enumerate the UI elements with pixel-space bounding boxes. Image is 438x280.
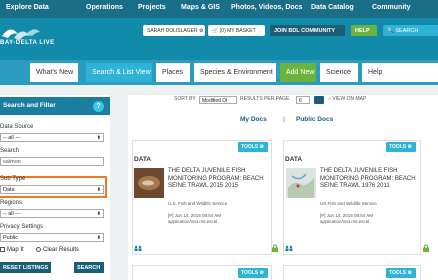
search-label: Search xyxy=(0,148,20,154)
card-org: U.S. Fish and Wildlife Service xyxy=(168,201,228,206)
tab-whats-new[interactable]: What's New xyxy=(30,63,78,82)
basket-label: (0) MY BASKET xyxy=(219,28,256,34)
privacy-label: Privacy Settings xyxy=(0,224,44,230)
clear-results-radio[interactable]: Clear Results xyxy=(36,247,79,253)
user-menu[interactable]: SARAH DOLISLAGER ⚙ xyxy=(143,25,205,36)
card-type: DATA xyxy=(134,156,152,163)
go-button[interactable] xyxy=(314,96,324,104)
my-docs-tab[interactable]: My Docs xyxy=(240,116,267,123)
data-source-value: -- all --- xyxy=(3,135,21,141)
tab-science[interactable]: Science xyxy=(320,63,358,82)
privacy-value: Public xyxy=(3,235,18,241)
tab-search-list-view[interactable]: Search & List View xyxy=(86,63,152,82)
public-docs-tab[interactable]: Public Docs xyxy=(296,116,333,123)
gear-icon: ⚙ xyxy=(259,144,265,150)
card-org: US Fish and Wildlife Service xyxy=(320,201,377,206)
top-nav: Explore Data Operations Projects Maps & … xyxy=(0,0,438,18)
bdl-logo[interactable] xyxy=(0,22,60,52)
gear-icon: ⚙ xyxy=(259,270,265,276)
regions-select[interactable]: -- all --- ⬍ xyxy=(0,209,104,218)
user-name: SARAH DOLISLAGER xyxy=(147,28,198,34)
nav-item-projects[interactable]: Projects xyxy=(138,4,166,11)
doc-tabs-separator: | xyxy=(283,116,285,123)
nav-item-photos-videos-docs[interactable]: Photos, Videos, Docs xyxy=(231,4,302,11)
card-map-thumbnail xyxy=(286,168,316,198)
sort-value: Modified Dt xyxy=(202,98,228,104)
nav-item-explore-data[interactable]: Explore Data xyxy=(6,4,49,11)
nav-item-maps-gis[interactable]: Maps & GIS xyxy=(181,4,220,11)
clear-results-label: Clear Results xyxy=(43,247,80,254)
results-per-page-value: 6 xyxy=(299,98,302,104)
header-search-label: SEARCH xyxy=(395,28,419,34)
privacy-select[interactable]: Public ⬍ xyxy=(0,233,104,242)
gear-icon: ⚙ xyxy=(407,144,413,150)
radio-icon: ○ xyxy=(328,96,332,102)
data-source-select[interactable]: -- all --- ⬍ xyxy=(0,133,104,142)
tools-button[interactable]: TOOLS ⚙ xyxy=(386,268,416,278)
card-format: application/vnd.ms-excel xyxy=(320,219,370,224)
reset-listings-button[interactable]: RESET LISTINGS xyxy=(0,262,51,273)
lock-icon xyxy=(272,244,278,252)
tools-label: TOOLS xyxy=(389,270,407,276)
help-icon[interactable]: ? xyxy=(93,101,104,112)
regions-label: Regions xyxy=(0,200,23,206)
nav-item-community[interactable]: Community xyxy=(372,4,411,11)
regions-value: -- all --- xyxy=(3,211,21,217)
card-format: application/vnd.ms-excel xyxy=(168,219,218,224)
search-input-value: salmon xyxy=(3,159,21,165)
basket-button[interactable]: 🛒 (0) MY BASKET xyxy=(208,25,265,36)
tools-label: TOOLS xyxy=(389,144,407,150)
results-per-page-select[interactable]: 6 xyxy=(296,96,310,104)
dropdown-arrow-icon: ⬍ xyxy=(96,235,101,241)
map-it-checkbox[interactable]: Map It xyxy=(0,247,24,253)
gear-icon: ⚙ xyxy=(198,28,204,34)
sort-select[interactable]: Modified Dt xyxy=(199,96,237,104)
nav-item-data-catalog[interactable]: Data Catalog xyxy=(311,4,354,11)
checkbox-icon xyxy=(0,247,5,252)
gear-icon: ⚙ xyxy=(407,270,413,276)
nav-item-operations[interactable]: Operations xyxy=(86,4,123,11)
tools-button[interactable]: TOOLS ⚙ xyxy=(238,268,268,278)
basket-icon: 🛒 xyxy=(212,28,219,34)
tab-species-environment[interactable]: Species & Environment xyxy=(194,63,276,82)
dropdown-arrow-icon: ⬍ xyxy=(96,187,101,193)
search-input[interactable]: salmon xyxy=(0,157,104,166)
card-title[interactable]: THE DELTA JUVENILE FISH MONITORING PROGR… xyxy=(320,168,420,191)
search-icon: 🔍 xyxy=(387,28,394,34)
lock-icon xyxy=(423,244,429,252)
subtype-select[interactable]: Data ⬍ xyxy=(0,185,104,194)
view-on-map-label: VIEW ON MAP xyxy=(332,96,367,102)
tools-button[interactable]: TOOLS ⚙ xyxy=(238,142,268,152)
sort-by-label: SORT BY xyxy=(174,96,196,102)
tools-label: TOOLS xyxy=(241,144,259,150)
card-thumbnail xyxy=(134,168,164,198)
data-source-label: Data Source xyxy=(0,124,34,130)
header-search[interactable]: 🔍 SEARCH xyxy=(383,25,438,36)
tab-help[interactable]: Help xyxy=(362,63,438,82)
subtype-label: Sub Type xyxy=(0,176,26,182)
card-type: DATA xyxy=(285,156,303,163)
group-icon xyxy=(134,245,142,251)
results-per-page-label: RESULTS PER PAGE xyxy=(240,96,290,102)
logo-text: BAY-DELTA LIVE xyxy=(0,40,55,46)
dropdown-arrow-icon: ⬍ xyxy=(96,135,101,141)
tools-label: TOOLS xyxy=(241,270,259,276)
radio-icon xyxy=(36,247,41,252)
group-icon xyxy=(285,245,293,251)
map-it-label: Map It xyxy=(7,247,24,254)
tab-add-new[interactable]: Add New xyxy=(280,63,316,82)
dropdown-arrow-icon: ⬍ xyxy=(96,211,101,217)
search-button[interactable]: SEARCH xyxy=(74,262,104,273)
view-on-map-toggle[interactable]: ○ VIEW ON MAP xyxy=(328,96,366,102)
tools-button[interactable]: TOOLS ⚙ xyxy=(386,142,416,152)
join-community-button[interactable]: JOIN BDL COMMUNITY xyxy=(270,25,345,36)
tab-places[interactable]: Places xyxy=(156,63,190,82)
help-button[interactable]: HELP xyxy=(351,25,377,36)
card-title[interactable]: THE DELTA JUVENILE FISH MONITORING PROGR… xyxy=(168,168,268,191)
subtype-value: Data xyxy=(3,187,15,193)
